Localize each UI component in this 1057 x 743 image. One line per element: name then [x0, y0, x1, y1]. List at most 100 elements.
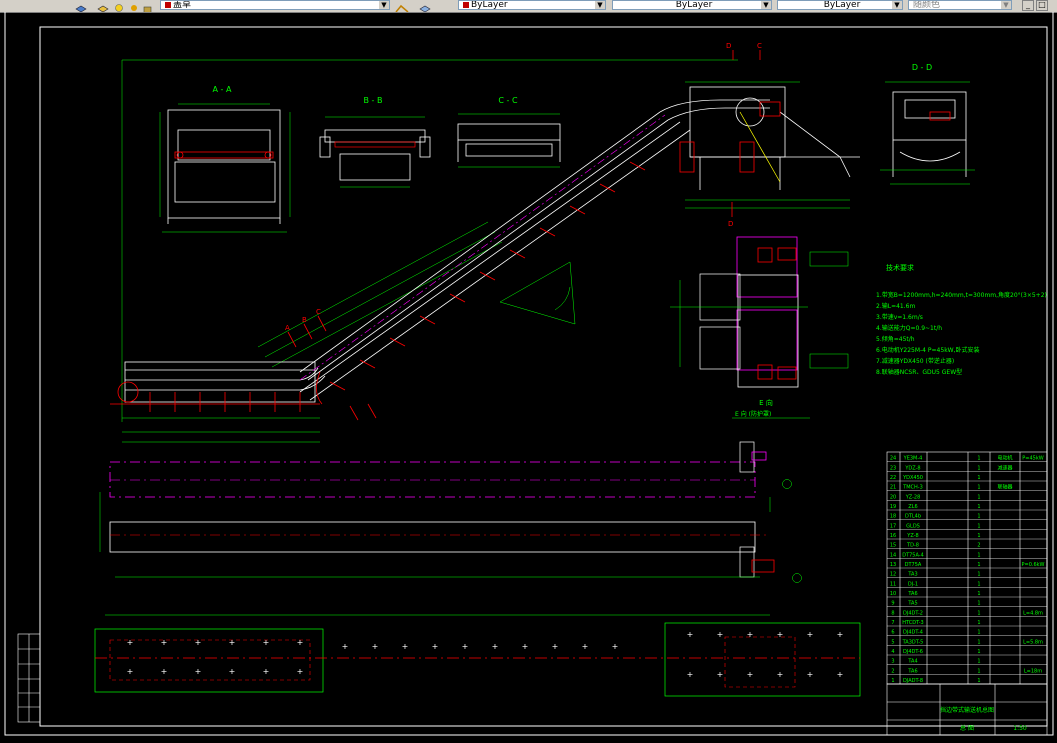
bom-cell: 13 [890, 562, 896, 568]
bom-cell: 1 [977, 465, 980, 471]
bom-cell: 17 [890, 523, 896, 529]
bom-cell: DJADT-8 [903, 678, 923, 684]
anchor-bolt-mark: + [807, 630, 814, 639]
bom-cell: TA3DT-5 [902, 639, 924, 645]
anchor-bolt-mark: + [837, 670, 844, 679]
section-d-d-label: D - D [912, 63, 932, 72]
bom-cell: YDX450 [902, 475, 923, 481]
layer-combo[interactable]: 盖草 ▼ [160, 0, 390, 10]
lock-icon[interactable] [141, 0, 155, 12]
anchor-bolt-mark: + [837, 630, 844, 639]
section-c-c-view: C - C [457, 96, 561, 168]
chevron-down-icon: ▼ [379, 1, 389, 9]
linetype-combo[interactable]: ByLayer ▼ [612, 0, 772, 10]
section-a-a-label: A - A [213, 85, 232, 94]
anchor-bolt-mark: + [161, 667, 168, 676]
anchor-bolt-mark: + [432, 642, 439, 651]
linetype-combo-value: ByLayer [675, 0, 713, 10]
anchor-bolt-mark: + [297, 638, 304, 647]
bom-cell: L=18m [1024, 668, 1042, 674]
technical-notes: 技术要求 1.带宽B=1200mm,h=240mm,t=300mm,角度20°(… [876, 263, 1047, 376]
anchor-bolt-mark: + [195, 667, 202, 676]
cad-drawing[interactable]: A - A B - B C - C D - D D C D A B C 技术要求… [0, 3, 1057, 739]
anchor-bolt-mark: + [717, 630, 724, 639]
section-c-c-label: C - C [498, 96, 518, 105]
anchor-bolt-mark: + [229, 638, 236, 647]
drive-plan-view [670, 236, 849, 388]
bom-cell: 9 [891, 601, 894, 607]
plotstyle-combo-value: 随颜色 [913, 0, 941, 10]
minimize-button[interactable]: _ [1022, 0, 1034, 11]
bom-cell: DJ4DT-6 [903, 649, 923, 655]
bom-cell: 1 [977, 504, 980, 510]
section-a-a-view: A - A [159, 85, 291, 233]
tech-note-6: 6.电动机Y225M-4 P=45kW,卧式安装 [876, 346, 980, 354]
lineweight-combo-value: ByLayer [823, 0, 861, 10]
bom-cell: 联轴器 [997, 484, 1012, 491]
bom-cell: TA6 [907, 591, 917, 597]
anchor-bolt-mark: + [342, 642, 349, 651]
section-b-b-view: B - B [319, 96, 431, 188]
layer-manager-icon[interactable] [74, 0, 88, 12]
maximize-button[interactable]: □ [1036, 0, 1048, 11]
anchor-bolt-mark: + [612, 642, 619, 651]
section-marker-a: A [285, 324, 290, 332]
bom-cell: 1 [977, 630, 980, 636]
bom-cell: 23 [890, 465, 896, 471]
layer-combo-value: 盖草 [173, 0, 192, 10]
bom-cell: DT75A-4 [902, 552, 924, 558]
anchor-bolt-mark: + [161, 638, 168, 647]
bom-cell: 1 [977, 639, 980, 645]
title-block-scale: 1:50 [1013, 725, 1027, 732]
head-drive-frame [689, 86, 860, 190]
bom-cell: TMCH-3 [902, 485, 923, 491]
bom-cell: 1 [977, 456, 980, 462]
section-marker-c: C [316, 308, 321, 316]
make-current-layer-icon[interactable] [395, 0, 409, 12]
tech-note-3: 3.带速v=1.6m/s [876, 313, 923, 321]
chevron-down-icon: ▼ [1001, 1, 1011, 9]
foundation-plan-view: + + + + + + + + + + + + + + + + + + + + + + + + + + + + + + + + + + [94, 614, 861, 697]
plotstyle-combo[interactable]: 随颜色 ▼ [908, 0, 1012, 10]
bom-cell: HTCDT-3 [902, 620, 923, 626]
conveyor-plan-view [99, 441, 802, 583]
bom-cell: 1 [977, 572, 980, 578]
bom-cell: 1 [977, 678, 980, 684]
bom-cell: 15 [890, 543, 896, 549]
layer-color-swatch [165, 1, 171, 8]
anchor-bolt-mark: + [263, 667, 270, 676]
anchor-bolt-mark: + [687, 630, 694, 639]
bom-cell: 1 [977, 649, 980, 655]
bom-cell: DJ4DT-2 [903, 610, 923, 616]
chevron-down-icon: ▼ [595, 1, 605, 9]
bom-rows: 24 YE3M-4 1 电动机 P=45kW23 YDZ-8 1 减速器22 YDX450 121… [887, 455, 1047, 685]
color-combo[interactable]: ByLayer ▼ [458, 0, 606, 10]
layer-state-icon[interactable] [96, 0, 110, 12]
lineweight-combo[interactable]: ByLayer ▼ [777, 0, 903, 10]
anchor-bolt-mark: + [747, 630, 754, 639]
anchor-bolt-mark: + [127, 638, 134, 647]
bom-cell: 1 [977, 620, 980, 626]
bom-cell: 2 [977, 543, 980, 549]
chevron-down-icon: ▼ [892, 1, 902, 9]
tech-note-5: 5.倾角=45t/h [876, 335, 915, 343]
layer-previous-icon[interactable] [418, 0, 432, 12]
anchor-bolt-mark: + [195, 638, 202, 647]
section-b-b-label: B - B [364, 96, 383, 105]
bom-cell: 2 [891, 668, 894, 674]
drawing-canvas[interactable]: A - A B - B C - C D - D D C D A B C 技术要求… [0, 3, 1057, 739]
anchor-bolt-mark: + [372, 642, 379, 651]
bom-cell: 5 [891, 639, 894, 645]
section-e-label: E 向 [759, 398, 773, 407]
anchor-bolt-mark: + [263, 638, 270, 647]
anchor-bolt-mark: + [582, 642, 589, 651]
anchor-bolt-marks: + + + + + + + + + + + + + + + + + + + + + + + + + + + + + + + + + + [127, 630, 844, 679]
title-block-name: 挡边带式输送机总图 [940, 706, 994, 714]
tech-note-1: 1.带宽B=1200mm,h=240mm,t=300mm,角度20°(3×5+2… [876, 291, 1047, 299]
bom-cell: 1 [977, 494, 980, 500]
bulb-icon[interactable] [113, 0, 127, 12]
anchor-bolt-mark: + [297, 667, 304, 676]
anchor-bolt-mark: + [777, 670, 784, 679]
bom-cell: 22 [890, 475, 896, 481]
sun-icon[interactable] [127, 0, 141, 11]
